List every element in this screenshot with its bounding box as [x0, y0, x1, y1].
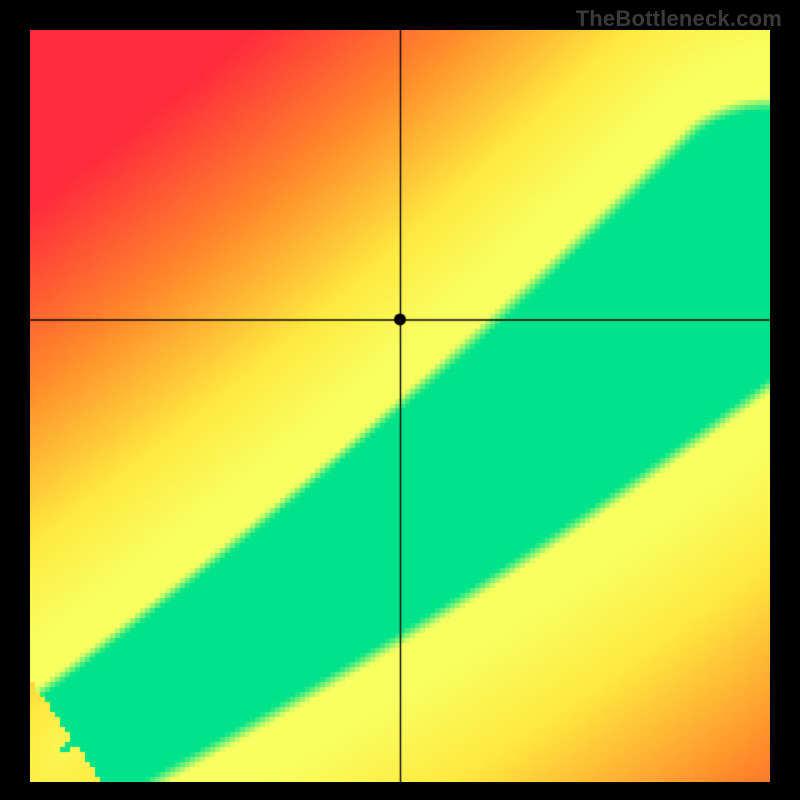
watermark-label: TheBottleneck.com	[576, 6, 782, 32]
crosshair-overlay	[30, 30, 770, 782]
chart-container: TheBottleneck.com	[0, 0, 800, 800]
